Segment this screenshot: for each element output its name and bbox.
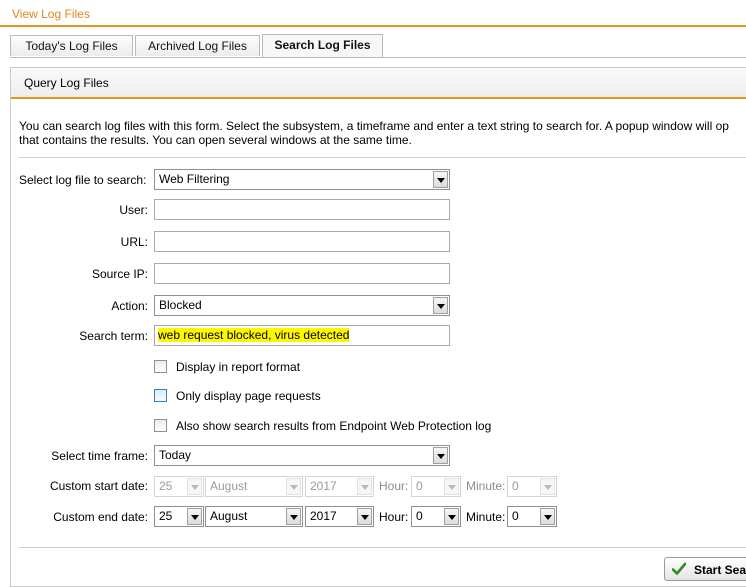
start-hour-select[interactable]: 0 (411, 476, 461, 497)
search-term-value: web request blocked, virus detected (158, 328, 350, 342)
checkmark-icon (672, 562, 686, 575)
panel-title: Query Log Files (24, 76, 109, 90)
endpoint-checkbox[interactable] (154, 419, 167, 432)
url-label: URL: (120, 235, 148, 249)
source-ip-input[interactable] (154, 263, 450, 284)
time-frame-value: Today (159, 448, 192, 462)
end-day-select[interactable]: 25 (154, 506, 204, 527)
chevron-down-icon (444, 478, 459, 495)
start-hour-label: Hour: (379, 479, 409, 493)
time-frame-label: Select time frame: (51, 449, 148, 463)
user-input[interactable] (154, 199, 450, 220)
start-month-value: August (210, 479, 248, 493)
tab-todays-log-files[interactable]: Today's Log Files (10, 35, 133, 56)
panel-header: Query Log Files (11, 68, 746, 97)
intro-line-1: You can search log files with this form.… (19, 119, 729, 133)
url-input[interactable] (154, 231, 450, 252)
intro-line-2: that contains the results. You can open … (19, 133, 412, 147)
action-value: Blocked (159, 298, 202, 312)
start-search-button[interactable]: Start Sea (664, 557, 746, 581)
chevron-down-icon (357, 508, 372, 525)
chevron-down-icon (540, 508, 555, 525)
log-file-value: Web Filtering (159, 172, 230, 186)
chevron-down-icon (433, 297, 448, 314)
chevron-down-icon (187, 508, 202, 525)
chevron-down-icon (187, 478, 202, 495)
chevron-down-icon (286, 478, 301, 495)
end-hour-select[interactable]: 0 (411, 506, 461, 527)
action-label: Action: (111, 299, 148, 313)
start-day-select[interactable]: 25 (154, 476, 204, 497)
page-requests-checkbox[interactable] (154, 389, 167, 402)
start-day-value: 25 (159, 479, 173, 493)
section-divider (19, 157, 746, 158)
report-format-checkbox[interactable] (154, 360, 167, 373)
chevron-down-icon (286, 508, 301, 525)
chevron-down-icon (433, 447, 448, 464)
log-file-select[interactable]: Web Filtering (154, 169, 450, 190)
start-minute-value: 0 (512, 479, 519, 493)
panel-header-divider (11, 97, 746, 99)
start-year-value: 2017 (310, 479, 337, 493)
title-divider (0, 25, 746, 27)
start-month-select[interactable]: August (205, 476, 303, 497)
time-frame-select[interactable]: Today (154, 445, 450, 466)
end-hour-value: 0 (416, 509, 423, 523)
end-month-value: August (210, 509, 248, 523)
end-date-label: Custom end date: (53, 510, 148, 524)
tab-divider (10, 57, 746, 58)
start-hour-value: 0 (416, 479, 423, 493)
end-minute-value: 0 (512, 509, 519, 523)
start-search-label: Start Sea (694, 563, 746, 577)
search-term-label: Search term: (79, 329, 148, 343)
end-hour-label: Hour: (379, 510, 409, 524)
chevron-down-icon (540, 478, 555, 495)
page-requests-label: Only display page requests (176, 389, 321, 403)
end-minute-select[interactable]: 0 (507, 506, 557, 527)
start-minute-label: Minute: (466, 479, 506, 493)
end-year-value: 2017 (310, 509, 337, 523)
tab-search-log-files[interactable]: Search Log Files (262, 34, 383, 57)
end-day-value: 25 (159, 509, 173, 523)
start-year-select[interactable]: 2017 (305, 476, 374, 497)
action-select[interactable]: Blocked (154, 295, 450, 316)
page-title: View Log Files (12, 7, 90, 21)
log-file-label: Select log file to search: (19, 173, 147, 187)
user-label: User: (119, 203, 148, 217)
end-minute-label: Minute: (466, 510, 506, 524)
start-date-label: Custom start date: (49, 479, 148, 493)
source-ip-label: Source IP: (91, 267, 148, 281)
end-month-select[interactable]: August (205, 506, 303, 527)
search-term-input[interactable]: web request blocked, virus detected (154, 325, 450, 346)
chevron-down-icon (444, 508, 459, 525)
actions-divider (19, 547, 746, 548)
end-year-select[interactable]: 2017 (305, 506, 374, 527)
intro-text: You can search log files with this form.… (19, 119, 746, 147)
report-format-label: Display in report format (176, 360, 301, 374)
chevron-down-icon (357, 478, 372, 495)
start-minute-select[interactable]: 0 (507, 476, 557, 497)
endpoint-label: Also show search results from Endpoint W… (176, 419, 492, 433)
chevron-down-icon (433, 171, 448, 188)
tab-archived-log-files[interactable]: Archived Log Files (135, 35, 260, 56)
